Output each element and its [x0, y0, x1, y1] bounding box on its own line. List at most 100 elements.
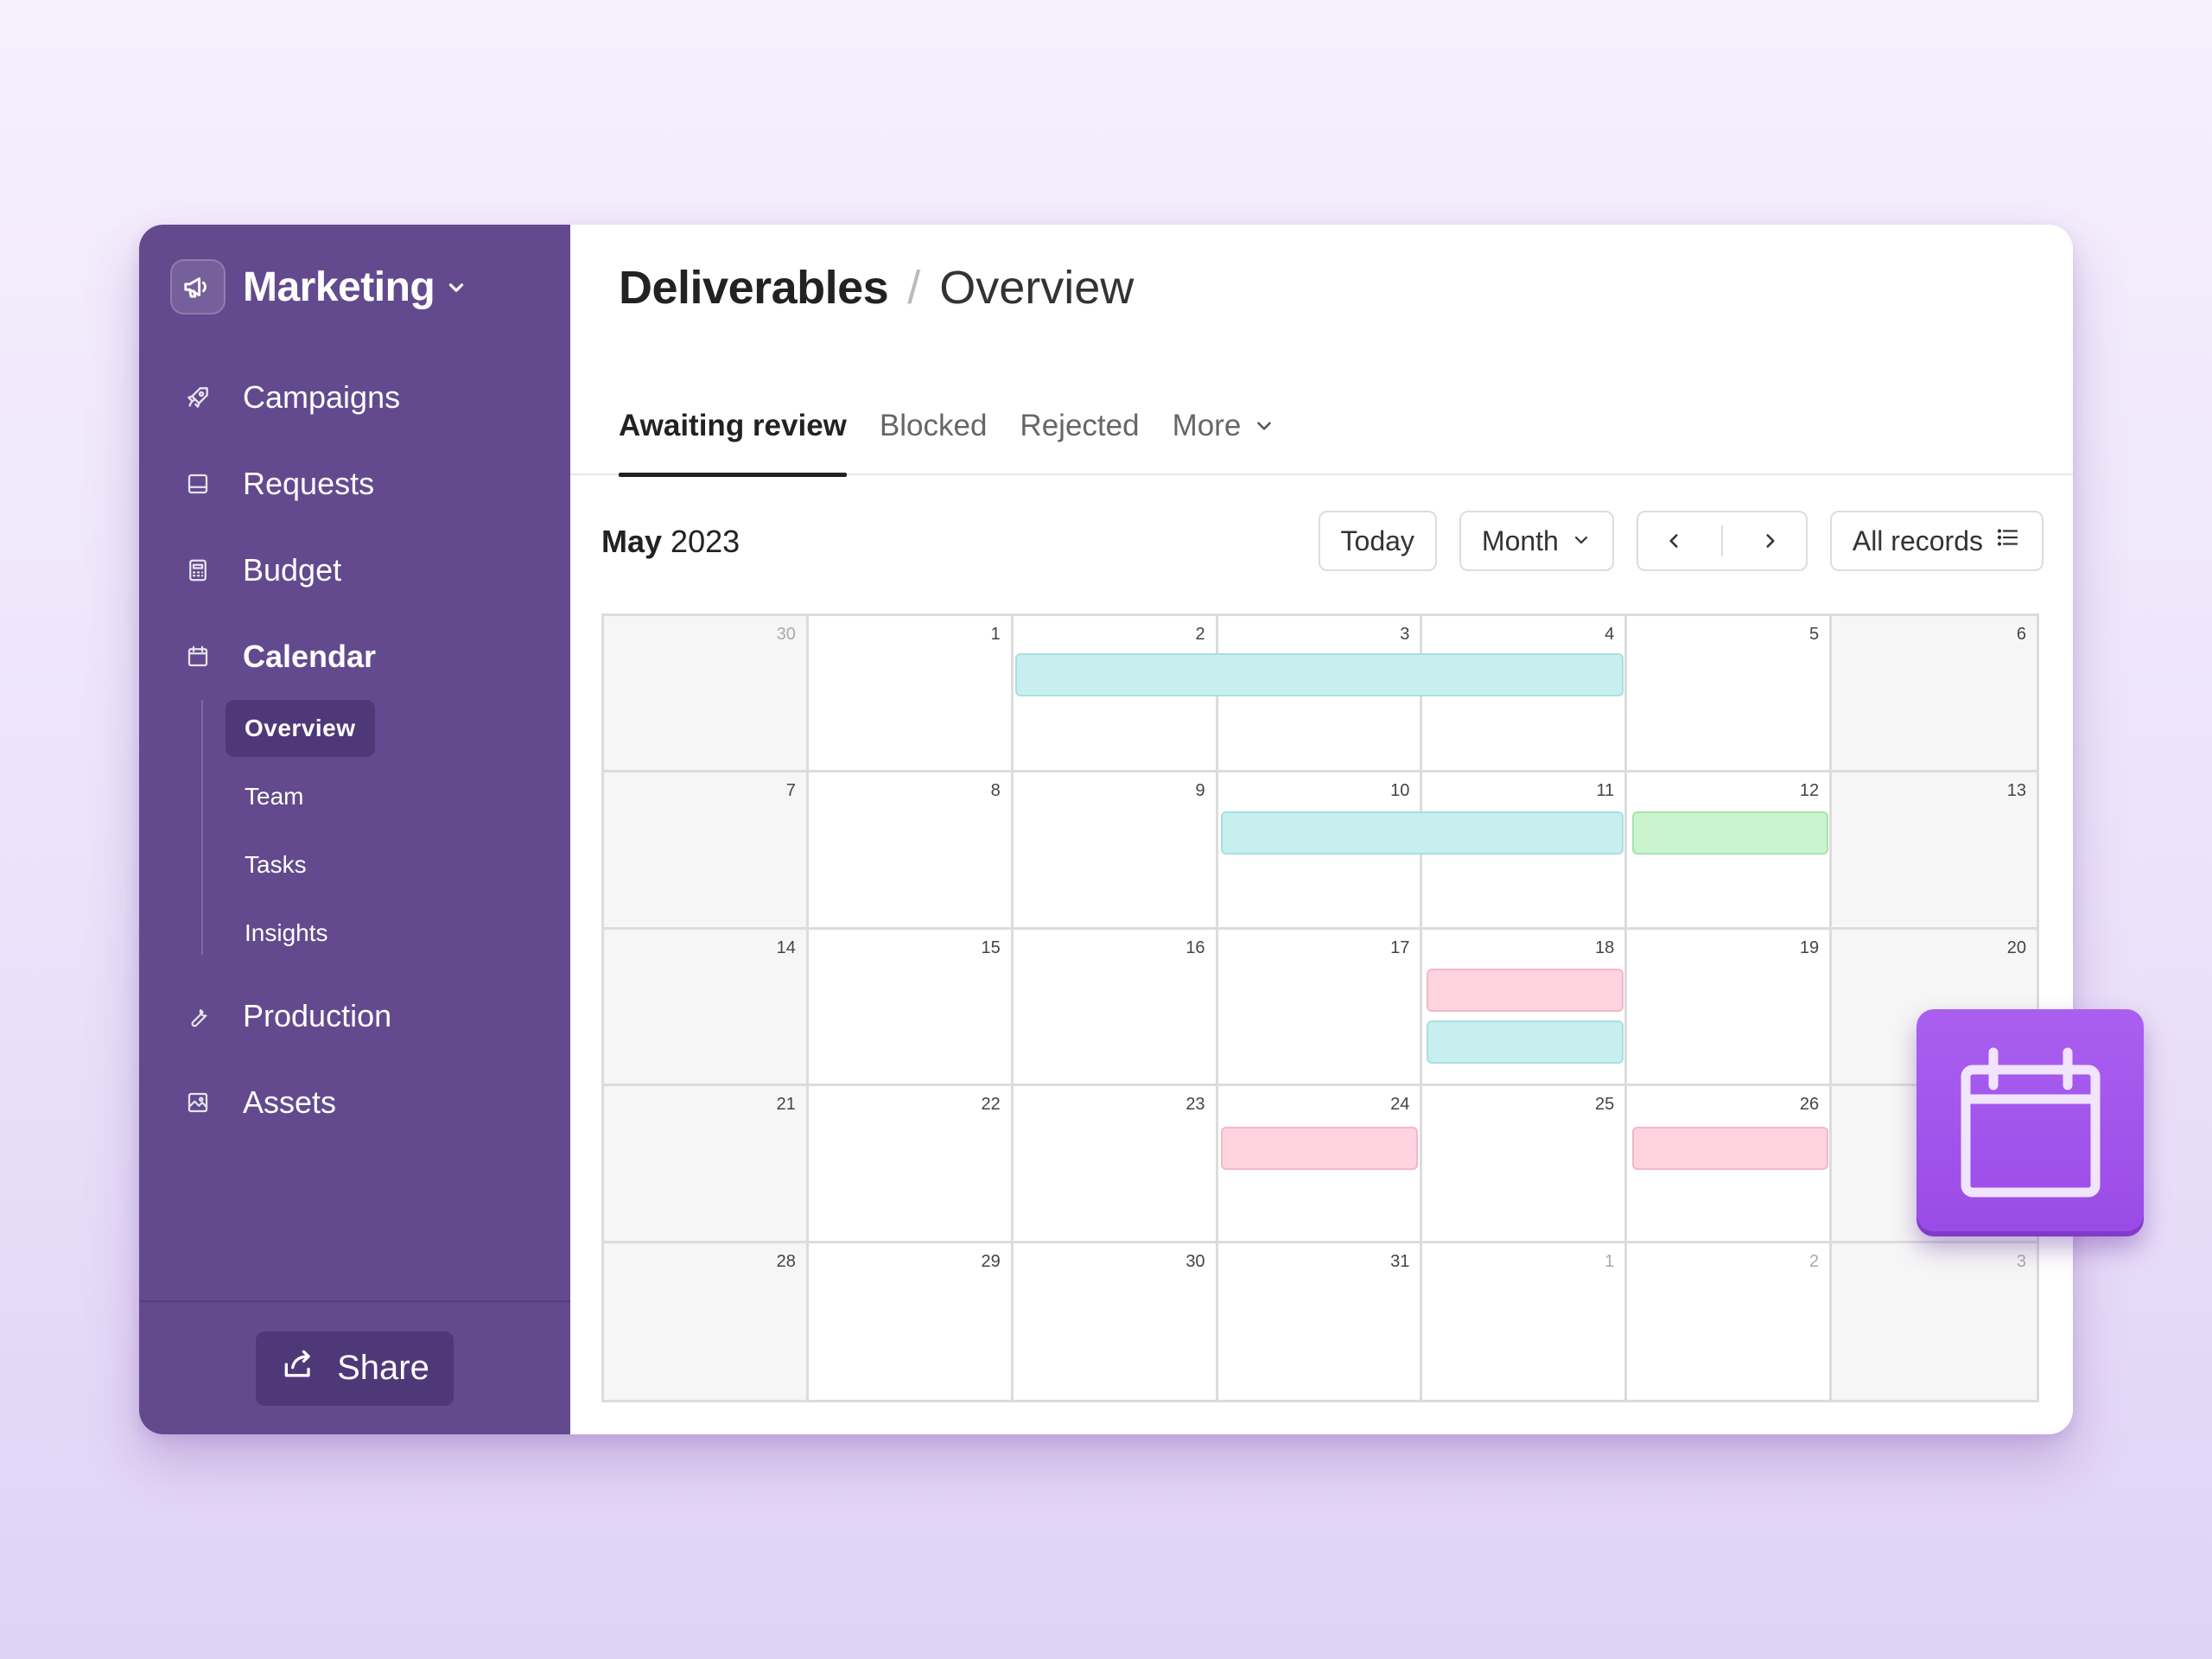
calendar-day-cell[interactable]: 14	[604, 929, 809, 1087]
day-number: 5	[1809, 625, 1820, 644]
chevron-down-icon	[1253, 410, 1275, 445]
main-content: Deliverables / Overview Awaiting review …	[570, 225, 2073, 1434]
share-button[interactable]: Share	[256, 1331, 454, 1406]
calendar-year: 2023	[671, 524, 741, 559]
calendar-event[interactable]	[1221, 1126, 1418, 1170]
sidebar-item-label: Production	[243, 998, 392, 1033]
day-number: 3	[1400, 625, 1410, 644]
calendar-day-cell[interactable]: 29	[808, 1243, 1014, 1400]
calendar-event[interactable]	[1426, 1020, 1624, 1065]
next-month-button[interactable]	[1735, 512, 1806, 569]
tab-rejected[interactable]: Rejected	[1020, 376, 1139, 475]
calendar-day-cell[interactable]: 21	[604, 1086, 809, 1243]
breadcrumb-separator: /	[907, 262, 921, 314]
calendar-day-cell[interactable]: 7	[604, 772, 809, 930]
calendar-day-cell[interactable]: 3	[1832, 1243, 2037, 1400]
calendar-day-cell[interactable]: 9	[1013, 772, 1218, 930]
calendar-event[interactable]	[1631, 810, 1829, 855]
calendar-day-cell[interactable]: 22	[808, 1086, 1014, 1243]
page-title: Overview	[939, 262, 1135, 314]
share-label: Share	[337, 1349, 429, 1387]
calendar-day-cell[interactable]: 17	[1217, 929, 1423, 1087]
view-tabs: Awaiting review Blocked Rejected More	[570, 376, 2073, 477]
sidebar-item-production[interactable]: Production	[139, 973, 570, 1059]
calendar-day-cell[interactable]: 1	[1422, 1243, 1628, 1400]
calendar-day-cell[interactable]: 1	[808, 616, 1014, 773]
calendar-icon	[1961, 1047, 2100, 1197]
calendar-event[interactable]	[1631, 1126, 1829, 1170]
calendar-day-cell[interactable]: 6	[1832, 616, 2037, 773]
calendar-event[interactable]	[1426, 969, 1624, 1013]
chevron-right-icon	[1766, 534, 1775, 548]
prev-month-button[interactable]	[1638, 512, 1709, 569]
month-nav	[1636, 511, 1808, 571]
rocket-icon	[184, 384, 212, 411]
workspace-name: Marketing	[243, 264, 435, 310]
tab-blocked[interactable]: Blocked	[880, 376, 988, 475]
calendar-day-cell[interactable]: 28	[604, 1243, 809, 1400]
calendar-day-cell[interactable]: 16	[1013, 929, 1218, 1087]
today-label: Today	[1340, 524, 1414, 556]
sidebar-item-requests[interactable]: Requests	[139, 441, 570, 527]
sidebar-item-label: Assets	[243, 1084, 337, 1120]
calendar-day-cell[interactable]: 25	[1422, 1086, 1628, 1243]
records-filter-label: All records	[1852, 524, 1983, 556]
sidebar-item-campaigns[interactable]: Campaigns	[139, 354, 570, 441]
calendar-grid: 30 1 2 3 4 5 6 7 8 9 10 11 12 13 14 15 16 17 18 19 20 21 22 23 2…	[601, 613, 2039, 1402]
records-filter-button[interactable]: All records	[1829, 511, 2044, 571]
calendar-day-cell[interactable]: 31	[1217, 1243, 1423, 1400]
breadcrumb-root[interactable]: Deliverables	[619, 261, 889, 315]
calendar-event[interactable]	[1221, 810, 1624, 855]
tab-label: Rejected	[1020, 408, 1140, 442]
wrench-icon	[184, 1002, 212, 1030]
calendar-day-cell[interactable]: 23	[1013, 1086, 1218, 1243]
view-select-value: Month	[1481, 524, 1559, 556]
sidebar-item-label: Calendar	[243, 639, 377, 674]
calendar-day-cell[interactable]: 15	[808, 929, 1014, 1087]
view-select[interactable]: Month	[1459, 511, 1614, 571]
day-number: 25	[1595, 1095, 1615, 1115]
day-number: 31	[1390, 1251, 1410, 1271]
list-icon	[1995, 524, 2021, 557]
nav-divider	[1720, 525, 1723, 556]
sidebar-item-budget[interactable]: Budget	[139, 527, 570, 613]
calendar-day-cell[interactable]: 13	[1832, 772, 2037, 930]
day-number: 20	[2006, 938, 2026, 957]
calendar-day-cell[interactable]: 2	[1627, 1243, 1833, 1400]
calendar-subnav: Overview Team Tasks Insights	[201, 700, 570, 962]
sidebar: Marketing Campaigns Requests Budget Cale…	[139, 225, 570, 1434]
subnav-item-insights[interactable]: Insights	[226, 905, 347, 962]
day-number: 4	[1605, 625, 1615, 644]
calendar-day-cell[interactable]: 5	[1627, 616, 1833, 773]
subnav-item-team[interactable]: Team	[226, 768, 322, 825]
tab-awaiting-review[interactable]: Awaiting review	[619, 376, 847, 477]
calendar-day-cell[interactable]: 19	[1627, 929, 1833, 1087]
app-window: Marketing Campaigns Requests Budget Cale…	[139, 225, 2073, 1434]
day-number: 3	[2016, 1251, 2026, 1271]
subnav-item-tasks[interactable]: Tasks	[226, 836, 326, 893]
calendar-day-cell[interactable]: 30	[1013, 1243, 1218, 1400]
calendar-month: May	[601, 524, 663, 559]
chevron-down-icon	[1571, 525, 1592, 557]
sidebar-item-assets[interactable]: Assets	[139, 1059, 570, 1146]
sidebar-item-calendar[interactable]: Calendar	[139, 613, 570, 700]
subnav-item-overview[interactable]: Overview	[226, 700, 375, 757]
day-number: 6	[2016, 625, 2026, 644]
workspace-switcher[interactable]: Marketing	[170, 259, 467, 315]
today-button[interactable]: Today	[1318, 511, 1437, 571]
calendar-day-cell[interactable]: 8	[808, 772, 1014, 930]
day-number: 1	[1605, 1251, 1615, 1271]
calendar-day-cell[interactable]: 30	[604, 616, 809, 773]
sidebar-nav: Campaigns Requests Budget Calendar Overv…	[139, 354, 570, 1146]
day-number: 15	[981, 938, 1001, 957]
day-number: 8	[990, 781, 1001, 801]
inbox-icon	[184, 470, 212, 498]
tab-more[interactable]: More	[1173, 376, 1276, 475]
tab-label: Blocked	[879, 408, 988, 442]
share-icon	[280, 1345, 318, 1392]
day-number: 19	[1799, 938, 1820, 957]
calendar-icon	[184, 643, 212, 671]
day-number: 10	[1390, 781, 1410, 801]
calendar-event[interactable]	[1015, 653, 1624, 696]
day-number: 28	[776, 1251, 796, 1271]
